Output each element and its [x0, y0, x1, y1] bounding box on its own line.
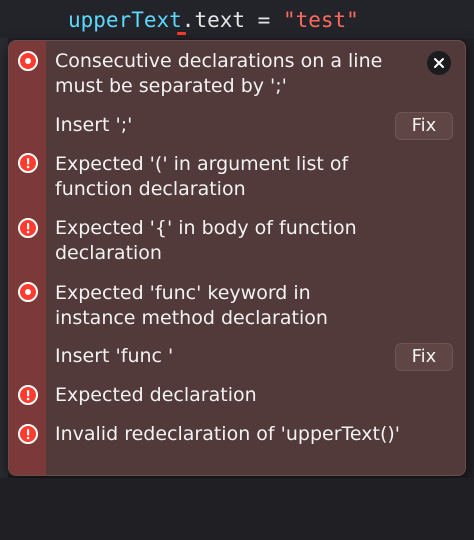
editor-gutter — [0, 38, 8, 478]
error-dot-icon — [18, 282, 38, 302]
issue-message[interactable]: Expected 'func' keyword in instance meth… — [55, 281, 385, 331]
code-dot: . — [181, 8, 195, 32]
fixit-message[interactable]: Insert 'func ' — [55, 344, 385, 369]
code-property: text — [194, 8, 246, 32]
code-assign: = — [245, 8, 283, 32]
code-line[interactable]: upperText.text = "test" — [68, 6, 359, 34]
issue-message[interactable]: Expected '{' in body of function declara… — [55, 216, 385, 266]
error-dot-icon — [18, 51, 38, 71]
code-identifier: upperText — [68, 8, 182, 32]
error-underline — [177, 32, 186, 35]
popover-severity-rail — [9, 41, 46, 475]
close-icon — [434, 58, 444, 68]
close-button[interactable] — [427, 51, 451, 75]
issue-message[interactable]: Expected '(' in argument list of functio… — [55, 152, 385, 202]
fixit-message[interactable]: Insert ';' — [55, 113, 385, 138]
error-exclamation-icon — [18, 385, 38, 405]
error-exclamation-icon — [18, 424, 38, 444]
code-string: "test" — [282, 8, 359, 32]
error-exclamation-icon — [18, 218, 38, 238]
fix-button[interactable]: Fix — [395, 112, 453, 140]
fix-button[interactable]: Fix — [395, 343, 453, 371]
error-exclamation-icon — [18, 153, 38, 173]
issue-message[interactable]: Consecutive declarations on a line must … — [55, 49, 385, 99]
editor-background — [0, 478, 474, 540]
issues-popover: Consecutive declarations on a line must … — [8, 40, 466, 476]
issue-message[interactable]: Invalid redeclaration of 'upperText()' — [55, 422, 455, 447]
issue-message[interactable]: Expected declaration — [55, 383, 385, 408]
